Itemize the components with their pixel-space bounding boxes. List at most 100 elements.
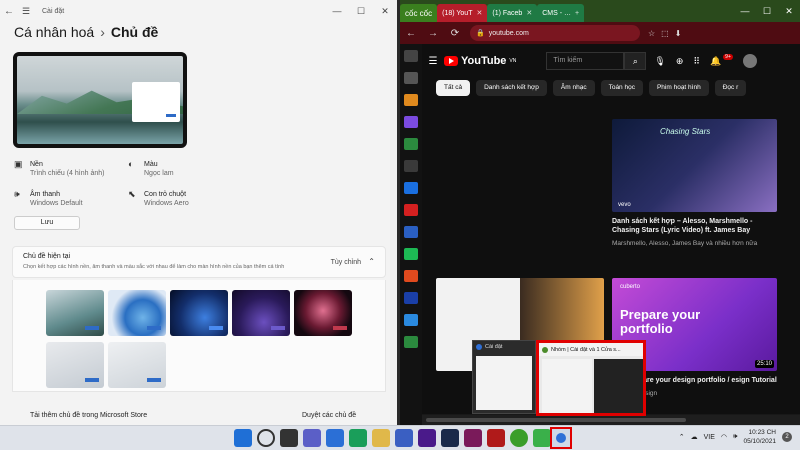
url-field[interactable]: 🔒 youtube.com	[470, 25, 640, 41]
app-icon[interactable]	[464, 429, 482, 447]
chip-animation[interactable]: Phim hoạt hình	[648, 80, 709, 96]
save-button[interactable]: Lưu	[14, 216, 80, 230]
volume-icon[interactable]: 🕪	[733, 433, 737, 441]
chevron-up-icon[interactable]: ⌃	[679, 433, 685, 441]
breadcrumb-parent[interactable]: Cá nhân hoá	[14, 24, 94, 40]
theme-tile[interactable]	[108, 342, 166, 388]
background-property[interactable]: ▣ Nền Trình chiếu (4 hình ảnh)	[14, 160, 104, 178]
premiere-icon[interactable]	[418, 429, 436, 447]
theme-tile[interactable]	[170, 290, 228, 336]
vtv-icon[interactable]	[404, 292, 418, 304]
chip-music[interactable]: Âm nhạc	[552, 80, 595, 96]
download-icon[interactable]: ⬇	[675, 29, 682, 38]
maximize-button[interactable]: ☐	[349, 6, 373, 17]
browser-logo[interactable]: cốc cốc	[400, 4, 438, 22]
file-explorer-icon[interactable]	[372, 429, 390, 447]
theme-tile[interactable]	[294, 290, 352, 336]
apps-grid-icon[interactable]: ⠿	[693, 56, 700, 67]
youtube-play-icon	[444, 56, 458, 66]
bell-icon[interactable]: 🔔	[710, 56, 721, 67]
game-icon[interactable]	[404, 138, 418, 150]
search-icon[interactable]	[257, 429, 275, 447]
theme-tile[interactable]	[46, 342, 104, 388]
current-theme-section[interactable]: Chủ đề hiện tại Chọn kết hợp các hình nề…	[12, 246, 386, 278]
create-video-icon[interactable]: ⊕	[676, 56, 684, 67]
lightroom-icon[interactable]	[441, 429, 459, 447]
spotify-icon[interactable]	[404, 248, 418, 260]
mail-icon[interactable]	[395, 429, 413, 447]
video-thumbnail[interactable]: Chasing Stars vevo	[612, 119, 777, 212]
add-icon[interactable]	[404, 160, 418, 172]
close-tab-icon[interactable]: ✕	[476, 9, 482, 17]
hamburger-menu-icon[interactable]: ☰	[18, 6, 34, 17]
settings-gear-icon[interactable]	[404, 50, 418, 62]
browse-themes-button[interactable]: Duyệt các chủ đề	[302, 412, 356, 419]
address-bar: ← → ⟳ 🔒 youtube.com ☆ ⬚ ⬇	[400, 22, 800, 44]
chat-icon[interactable]	[303, 429, 321, 447]
preview-window	[132, 82, 180, 122]
color-property[interactable]: ◐ Màu Ngọc lam	[128, 160, 174, 178]
start-icon[interactable]	[234, 429, 252, 447]
get-more-themes-label: Tải thêm chủ đề trong Microsoft Store	[30, 412, 148, 419]
extension-icon[interactable]: ⬚	[661, 29, 669, 38]
minimize-button[interactable]: —	[734, 6, 756, 17]
theme-tile[interactable]	[46, 290, 104, 336]
facebook-app-icon[interactable]	[404, 226, 418, 238]
chip-math[interactable]: Toán học	[600, 80, 643, 96]
clock[interactable]: 10:23 CH 05/10/2021	[743, 428, 776, 446]
close-button[interactable]: ✕	[373, 6, 397, 17]
search-icon[interactable]: ⌕	[624, 52, 647, 70]
taskbar-preview-settings[interactable]: Cài đặt	[472, 340, 536, 414]
edge-icon[interactable]	[349, 429, 367, 447]
history-icon[interactable]	[404, 72, 418, 84]
maximize-button[interactable]: ☐	[756, 6, 778, 17]
minimize-button[interactable]: —	[325, 6, 349, 17]
page-title: Chủ đề	[110, 24, 159, 40]
tab-facebook[interactable]: (1) Faceb ✕	[487, 4, 538, 22]
settings-taskbar-icon[interactable]	[550, 427, 572, 449]
theme-tile[interactable]	[108, 290, 166, 336]
crown-icon[interactable]	[404, 94, 418, 106]
onedrive-icon[interactable]: ☁	[691, 433, 698, 441]
task-view-icon[interactable]	[280, 429, 298, 447]
close-tab-icon[interactable]: ✕	[526, 9, 532, 17]
theme-tile[interactable]	[232, 290, 290, 336]
forward-icon[interactable]: →	[422, 28, 444, 39]
snap-group-preview[interactable]: Nhóm | Cài đặt và 1 Cửa s...	[536, 340, 646, 416]
sound-property[interactable]: 🕪 Âm thanh Windows Default	[14, 190, 83, 208]
back-icon[interactable]: ←	[400, 28, 422, 39]
chip-reading[interactable]: Đọc r	[714, 80, 747, 96]
messenger-icon[interactable]	[404, 116, 418, 128]
video-card[interactable]: Chasing Stars vevo Danh sách kết hợp – A…	[612, 119, 777, 248]
chevron-up-icon[interactable]: ⌃	[368, 257, 375, 266]
coccoc-icon[interactable]	[510, 429, 528, 447]
back-arrow-icon[interactable]: ←	[0, 6, 18, 17]
video-title[interactable]: Danh sách kết hợp – Alesso, Marshmello -…	[612, 217, 777, 235]
chip-mixes[interactable]: Danh sách kết hợp	[476, 80, 547, 96]
cursor-property[interactable]: ⬉ Con trỏ chuột Windows Aero	[128, 190, 189, 208]
app-icon[interactable]	[404, 314, 418, 326]
chip-all[interactable]: Tất cả	[436, 80, 471, 96]
horizontal-scrollbar[interactable]	[422, 415, 800, 425]
tab-cms[interactable]: CMS - … +	[537, 4, 585, 22]
app-icon[interactable]	[533, 429, 551, 447]
youtube-app-icon[interactable]	[404, 204, 418, 216]
new-tab-icon[interactable]: +	[575, 10, 579, 17]
bookmark-star-icon[interactable]: ☆	[648, 29, 655, 38]
reload-icon[interactable]: ⟳	[444, 28, 466, 39]
youtube-logo[interactable]: YouTube VN	[444, 55, 516, 67]
youtube-search-input[interactable]: Tìm kiếm	[546, 52, 625, 70]
tab-youtube[interactable]: (18) YouT ✕	[437, 4, 488, 22]
avatar[interactable]	[742, 54, 757, 68]
app-icon[interactable]	[404, 336, 418, 348]
hamburger-menu-icon[interactable]: ☰	[422, 56, 444, 67]
notification-badge[interactable]: 2	[782, 432, 792, 442]
news-icon[interactable]	[404, 270, 418, 282]
close-button[interactable]: ✕	[778, 6, 800, 17]
widgets-icon[interactable]	[326, 429, 344, 447]
wifi-icon[interactable]: ◠	[721, 433, 727, 441]
language-indicator[interactable]: VIE	[704, 434, 715, 441]
app-icon[interactable]	[487, 429, 505, 447]
microphone-icon[interactable]: 🎙	[654, 56, 665, 67]
app-icon[interactable]	[404, 182, 418, 194]
